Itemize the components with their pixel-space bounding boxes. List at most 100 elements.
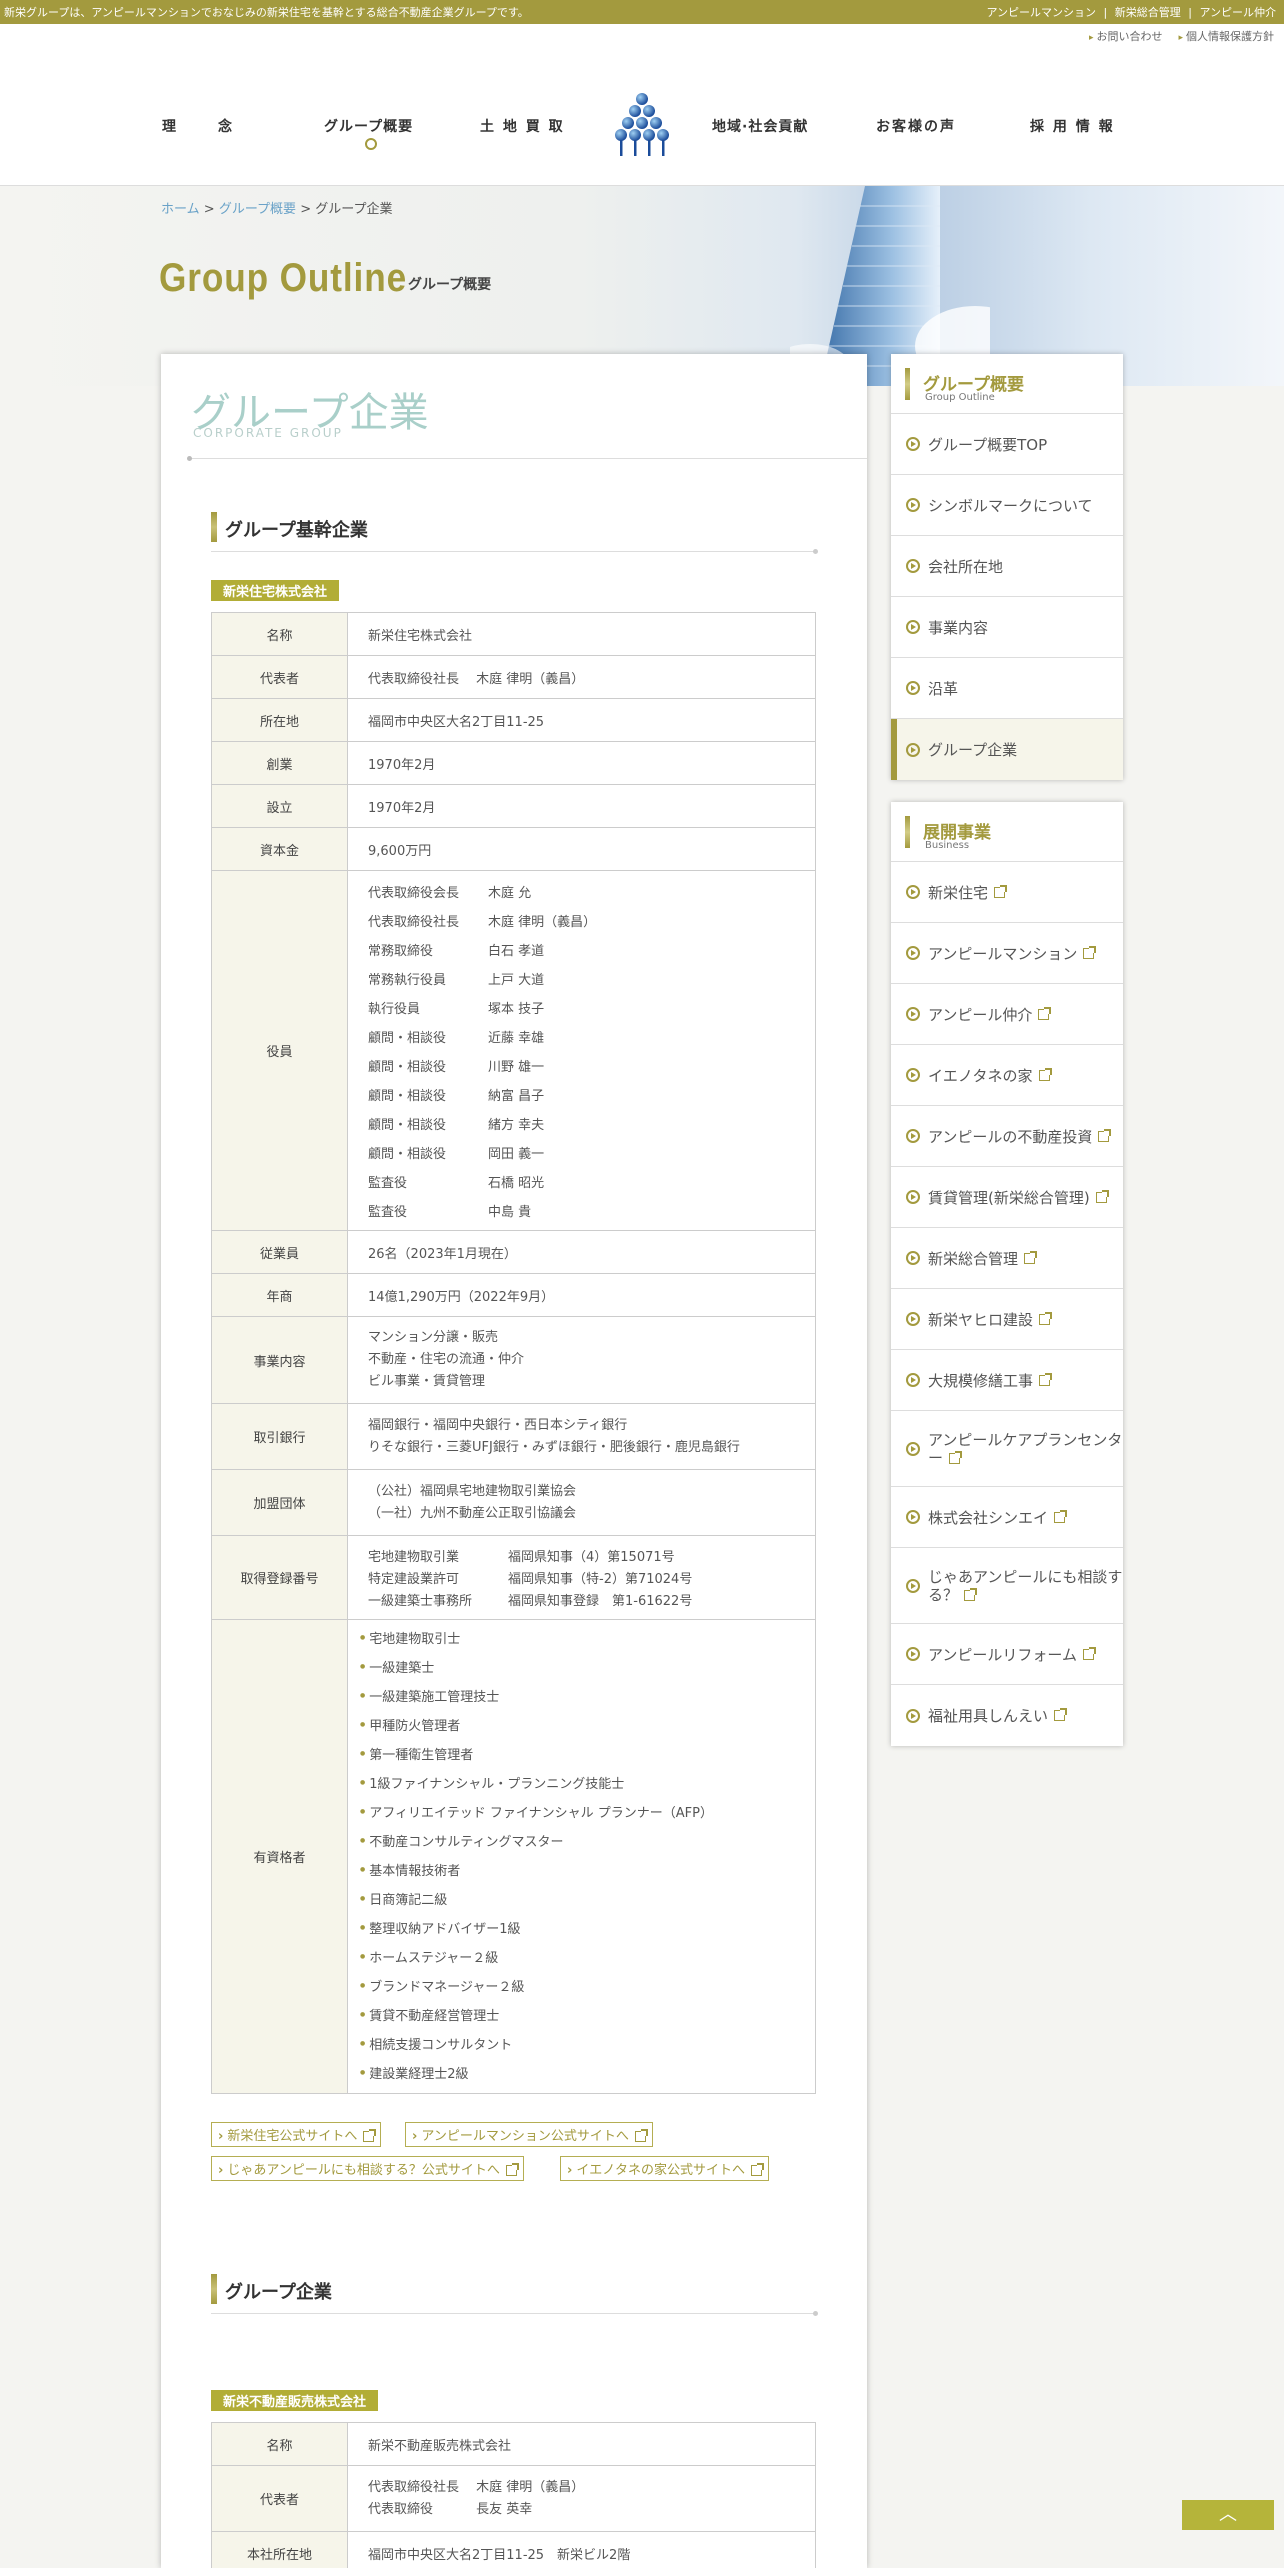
breadcrumb: ホーム > グループ概要 > グループ企業 xyxy=(161,198,392,217)
sidebar-item-welfare[interactable]: 福祉用具しんえい xyxy=(891,1685,1123,1746)
officer-item: 監査役 石橋 昭光 xyxy=(368,1167,795,1196)
sidebar-item-label: 株式会社シンエイ xyxy=(928,1508,1049,1527)
row-label: 名称 xyxy=(211,612,348,656)
nav-land-purchase[interactable]: 土 地 買 取 xyxy=(480,116,565,136)
sidebar-item-outline-top[interactable]: グループ概要TOP xyxy=(891,414,1123,475)
officer-role: 代表取締役社長 xyxy=(368,914,460,930)
table-row: 加盟団体 （公社）福岡県宅地建物取引業協会 （一社）九州不動産公正取引協議会 xyxy=(211,1469,816,1536)
sidebar-item-jaa-ampeal[interactable]: じゃあアンピールにも相談する？ xyxy=(891,1548,1123,1624)
sidebar-item-large-repair[interactable]: 大規模修繕工事 xyxy=(891,1350,1123,1411)
qualification-item: 一級建築士 xyxy=(360,1654,795,1683)
section-heading-text: グループ企業 xyxy=(225,2282,332,2303)
officer-role: 執行役員 xyxy=(368,1001,421,1017)
top-link-management[interactable]: 新栄総合管理 xyxy=(1115,6,1181,19)
officer-name: 石橋 昭光 xyxy=(488,1175,545,1191)
qualification-item: 甲種防火管理者 xyxy=(360,1712,795,1741)
officer-name: 上戸 大道 xyxy=(488,972,545,988)
row-label: 名称 xyxy=(211,2422,348,2466)
external-link-icon xyxy=(949,1450,963,1464)
sidebar-item-yahiro-construction[interactable]: 新栄ヤヒロ建設 xyxy=(891,1289,1123,1350)
sidebar-item-care-plan[interactable]: アンピールケアプランセンター xyxy=(891,1411,1123,1487)
sidebar-item-ampeal-mansion[interactable]: アンピールマンション xyxy=(891,923,1123,984)
table-row: 創業 1970年2月 xyxy=(211,741,816,785)
top-link-mansion[interactable]: アンピールマンション xyxy=(986,6,1096,19)
business-item: マンション分譲・販売 xyxy=(368,1330,499,1345)
officer-item: 代表取締役会長 木庭 允 xyxy=(368,877,795,906)
officer-item: 顧問・相談役 緒方 幸夫 xyxy=(368,1109,795,1138)
jaa-ampeal-site-link[interactable]: じゃあアンピールにも相談する？公式サイトへ xyxy=(211,2156,524,2181)
external-link-icon xyxy=(1038,1006,1052,1020)
sidebar-item-group-companies[interactable]: グループ企業 xyxy=(891,719,1123,780)
sidebar-item-reform[interactable]: アンピールリフォーム xyxy=(891,1624,1123,1685)
officer-name: 中島 貴 xyxy=(488,1204,532,1220)
sidebar-heading: グループ概要 Group Outline xyxy=(891,354,1123,414)
sidebar-item-business[interactable]: 事業内容 xyxy=(891,597,1123,658)
bank-line: 福岡銀行・福岡中央銀行・西日本シティ銀行 xyxy=(368,1417,628,1433)
sidebar-item-label: 大規模修繕工事 xyxy=(928,1371,1034,1390)
top-link-brokerage[interactable]: アンピール仲介 xyxy=(1199,6,1276,19)
nav-philosophy[interactable]: 理 念 xyxy=(162,116,246,136)
shinei-site-link[interactable]: 新栄住宅公式サイトへ xyxy=(211,2122,382,2147)
sidebar-item-investment[interactable]: アンピールの不動産投資 xyxy=(891,1106,1123,1167)
qualification-item: 整理収納アドバイザー1級 xyxy=(360,1915,795,1944)
sidebar-item-rental-management[interactable]: 賃貸管理(新栄総合管理) xyxy=(891,1167,1123,1228)
license-type: 特定建設業許可 xyxy=(368,1572,460,1587)
breadcrumb-outline[interactable]: グループ概要 xyxy=(219,202,296,217)
sidebar-item-general-management[interactable]: 新栄総合管理 xyxy=(891,1228,1123,1289)
officer-name: 近藤 幸雄 xyxy=(488,1030,545,1046)
contact-link[interactable]: お問い合わせ xyxy=(1089,28,1162,44)
link-label: じゃあアンピールにも相談する？公式サイトへ xyxy=(227,2163,500,2178)
table-row: 事業内容 マンション分譲・販売 不動産・住宅の流通・仲介 ビル事業・賃貸管理 xyxy=(211,1316,816,1404)
breadcrumb-separator: > xyxy=(300,202,312,217)
officer-item: 顧問・相談役 川野 雄一 xyxy=(368,1051,795,1080)
privacy-link[interactable]: 個人情報保護方針 xyxy=(1178,28,1274,44)
sidebar-item-symbol[interactable]: シンボルマークについて xyxy=(891,475,1123,536)
arrow-circle-icon xyxy=(906,1708,920,1723)
row-label: 資本金 xyxy=(211,827,348,871)
officer-name: 納富 昌子 xyxy=(488,1088,545,1104)
table-row: 役員 代表取締役会長 木庭 允 代表取締役社長 木庭 律明（義昌） 常務取締役 白石 … xyxy=(211,870,816,1231)
arrow-circle-icon xyxy=(906,1190,920,1204)
company-logo[interactable] xyxy=(612,92,672,158)
ampeal-mansion-site-link[interactable]: アンピールマンション公式サイトへ xyxy=(405,2122,653,2147)
main-content: グループ企業 CORPORATE GROUP グループ基幹企業 新栄住宅株式会社… xyxy=(161,354,867,2568)
breadcrumb-separator: > xyxy=(203,202,215,217)
sidebar-item-label: シンボルマークについて xyxy=(928,496,1093,515)
sidebar-item-ienotane[interactable]: イエノタネの家 xyxy=(891,1045,1123,1106)
officer-name: 岡田 義一 xyxy=(488,1146,545,1162)
arrow-circle-icon xyxy=(906,1312,920,1326)
row-value: 1970年2月 xyxy=(347,784,816,828)
external-link-icon xyxy=(505,2163,519,2176)
qualification-item: ブランドマネージャー２級 xyxy=(360,1973,795,2002)
qualification-item: 第一種衛生管理者 xyxy=(360,1741,795,1770)
breadcrumb-home[interactable]: ホーム xyxy=(161,202,200,217)
tagline: 新栄グループは、アンピールマンションでおなじみの新栄住宅を基幹とする総合不動産企… xyxy=(4,6,529,19)
row-label: 加盟団体 xyxy=(211,1469,348,1536)
officer-name: 木庭 允 xyxy=(488,885,532,901)
sidebar-item-location[interactable]: 会社所在地 xyxy=(891,536,1123,597)
hero-subtitle: グループ概要 xyxy=(408,277,492,293)
row-label: 年商 xyxy=(211,1273,348,1317)
ienotane-site-link[interactable]: イエノタネの家公式サイトへ xyxy=(560,2156,769,2181)
external-link-icon xyxy=(634,2129,648,2142)
link-label: アンピールマンション公式サイトへ xyxy=(421,2129,629,2144)
officer-role: 顧問・相談役 xyxy=(368,1030,447,1046)
nav-community[interactable]: 地域·社会貢献 xyxy=(712,116,808,136)
heading-rule xyxy=(211,549,818,554)
sidebar-item-shinei-corp[interactable]: 株式会社シンエイ xyxy=(891,1487,1123,1548)
sidebar-item-label: アンピール仲介 xyxy=(928,1005,1033,1024)
nav-customer-voice[interactable]: お客様の声 xyxy=(876,116,956,136)
arrow-circle-icon xyxy=(906,1068,920,1082)
row-value: 新栄不動産販売株式会社 xyxy=(347,2422,816,2466)
qualification-item: 不動産コンサルティングマスター xyxy=(360,1828,795,1857)
global-header: 理 念 グループ概要 土 地 買 取 地域·社会貢献 お客様の声 採 用 情 報 xyxy=(0,48,1284,186)
nav-group-outline[interactable]: グループ概要 xyxy=(324,116,413,150)
nav-recruit[interactable]: 採 用 情 報 xyxy=(1030,116,1115,136)
sidebar-item-ampeal-brokerage[interactable]: アンピール仲介 xyxy=(891,984,1123,1045)
back-to-top-button[interactable]: ︿ xyxy=(1182,2500,1274,2530)
table-row: 年商 14億1,290万円（2022年9月） xyxy=(211,1273,816,1317)
sidebar-item-history[interactable]: 沿革 xyxy=(891,658,1123,719)
external-link-icon xyxy=(1098,1128,1112,1142)
arrow-circle-icon xyxy=(906,1373,920,1387)
sidebar-item-shinei-jutaku[interactable]: 新栄住宅 xyxy=(891,862,1123,923)
